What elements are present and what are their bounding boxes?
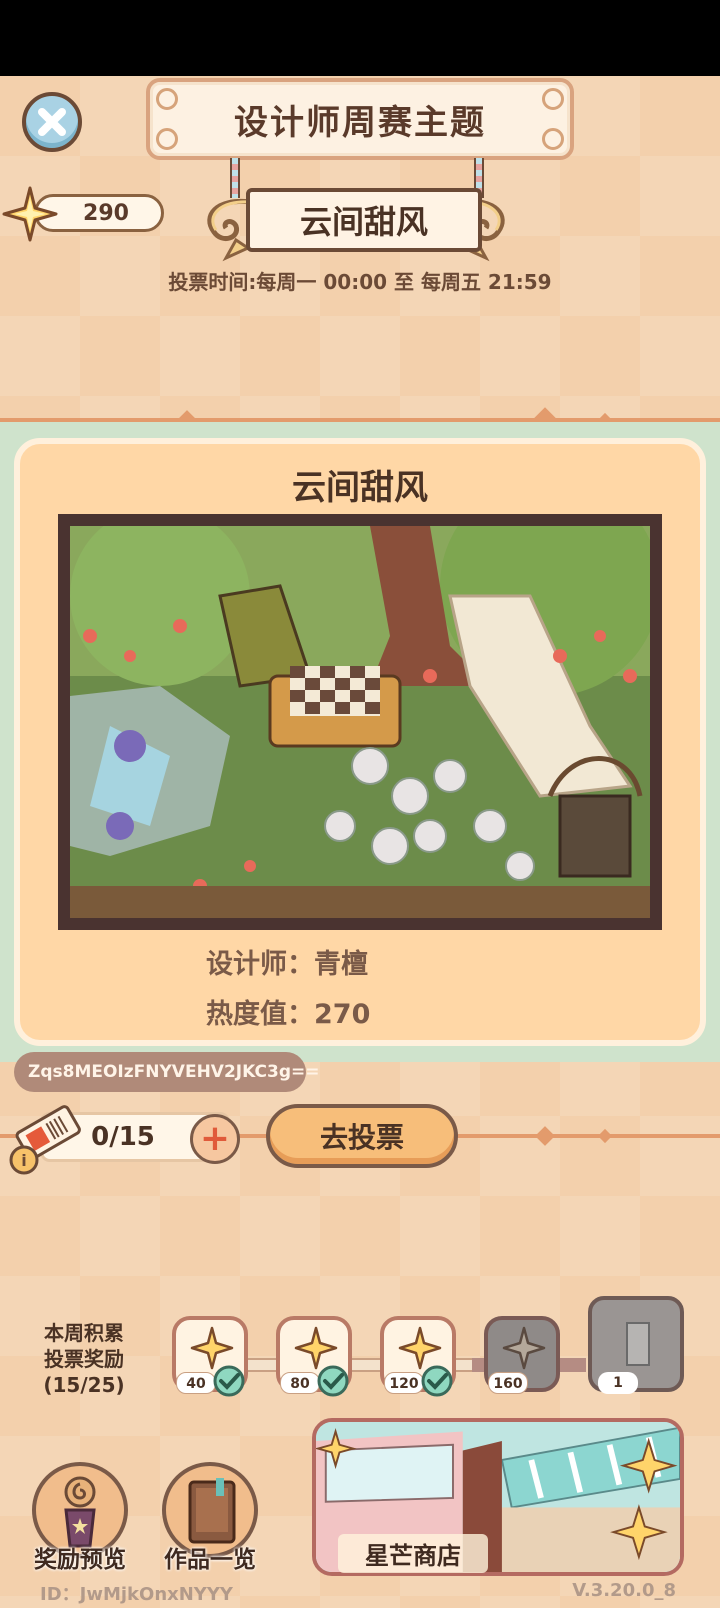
banner-ornament-icon — [542, 88, 564, 110]
check-icon — [317, 1365, 349, 1397]
reward-label-line: 本周积累 — [44, 1321, 124, 1345]
go-vote-label: 去投票 — [319, 1121, 404, 1154]
reward-milestone-160[interactable]: 160 — [484, 1316, 560, 1394]
version: V.3.20.0_8 — [572, 1580, 676, 1601]
designer-name: 设计师：青檀 — [206, 949, 368, 980]
banner-ornament-icon — [156, 128, 178, 150]
milestone-value: 120 — [384, 1372, 424, 1394]
reward-milestone-120[interactable]: 120 — [380, 1316, 456, 1397]
close-button[interactable] — [22, 92, 82, 152]
close-icon — [38, 108, 66, 136]
trophy-icon — [64, 1476, 96, 1548]
reward-milestone-80[interactable]: 80 — [276, 1316, 352, 1397]
star-count: 290 — [83, 200, 129, 226]
theme-banner: 云间甜风 — [246, 188, 482, 252]
works-list-label: 作品一览 — [164, 1547, 256, 1573]
book-icon — [188, 1478, 236, 1544]
check-icon — [421, 1365, 453, 1397]
garden-artwork-image — [70, 526, 650, 918]
heat-value: 热度值：270 — [206, 999, 371, 1030]
go-vote-button[interactable]: 去投票 — [266, 1104, 458, 1168]
door-icon — [626, 1322, 650, 1366]
reward-label-line: 投票奖励 — [44, 1347, 124, 1371]
share-code[interactable]: Zqs8MEOIzFNYVEHV2JKC3g== — [14, 1052, 319, 1092]
status-bar — [0, 0, 720, 76]
reward-progress: (15/25) — [43, 1373, 125, 1397]
ticket-count: 0/15 — [91, 1122, 155, 1152]
banner-ornament-icon — [542, 128, 564, 150]
star-icon — [502, 1326, 546, 1370]
plus-icon: + — [199, 1118, 231, 1159]
title-banner: 设计师周赛主题 — [146, 78, 574, 160]
banner-ornament-icon — [156, 88, 178, 110]
milestone-value: 40 — [176, 1372, 216, 1394]
add-ticket-button[interactable]: + — [190, 1114, 240, 1164]
reward-preview-label: 奖励预览 — [34, 1547, 126, 1573]
page-title: 设计师周赛主题 — [234, 102, 486, 143]
ticket-icon[interactable]: i — [8, 1098, 90, 1176]
user-id: ID：JwMjkOnxNYYY — [40, 1584, 233, 1605]
vote-time: 投票时间:每周一 00:00 至 每周五 21:59 — [168, 270, 552, 294]
entry-artwork[interactable] — [58, 514, 662, 930]
entry-title: 云间甜风 — [292, 468, 428, 508]
milestone-value: 80 — [280, 1372, 320, 1394]
weekly-reward-label: 本周积累 投票奖励 (15/25) — [28, 1320, 140, 1398]
star-shop-label: 星芒商店 — [338, 1534, 488, 1573]
check-icon — [213, 1365, 245, 1397]
milestone-value: 1 — [598, 1372, 638, 1394]
svg-text:i: i — [21, 1151, 26, 1170]
milestone-value: 160 — [488, 1372, 528, 1394]
reward-milestone-40[interactable]: 40 — [172, 1316, 248, 1397]
reward-milestone-final[interactable]: 1 — [588, 1296, 684, 1394]
theme-name: 云间甜风 — [299, 203, 428, 241]
star-icon — [2, 186, 58, 242]
